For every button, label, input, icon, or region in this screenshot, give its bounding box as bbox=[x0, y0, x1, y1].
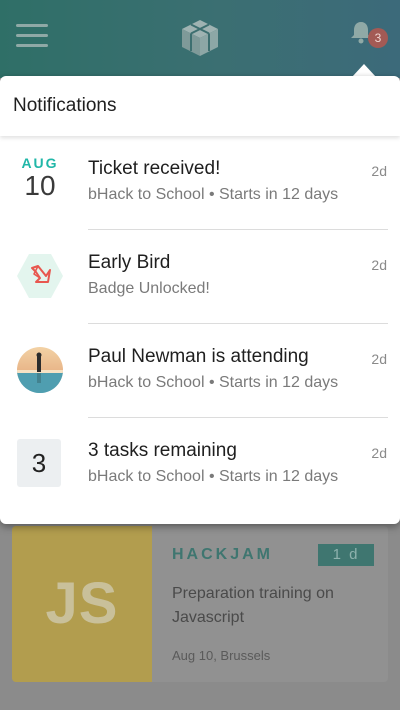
notification-item-attendee[interactable]: Paul Newman is attending bHack to School… bbox=[0, 324, 400, 418]
event-card[interactable]: JS HACKJAM 1 d Preparation training on J… bbox=[12, 526, 388, 682]
notification-subtitle: bHack to School • Starts in 12 days bbox=[88, 186, 339, 203]
event-tag: HACKJAM bbox=[172, 546, 273, 563]
date-month: AUG bbox=[21, 155, 59, 171]
date-day: 10 bbox=[24, 170, 56, 201]
notification-title: Paul Newman is attending bbox=[88, 346, 309, 367]
notification-item-badge[interactable]: Early Bird Badge Unlocked! 2d bbox=[0, 230, 400, 324]
notification-time: 2d bbox=[371, 351, 387, 367]
notification-item-ticket[interactable]: AUG 10 Ticket received! bHack to School … bbox=[0, 136, 400, 230]
notification-bell-button[interactable]: 3 bbox=[348, 18, 388, 54]
event-title: Preparation training on Javascript bbox=[172, 585, 334, 626]
notification-subtitle: bHack to School • Starts in 12 days bbox=[88, 374, 339, 391]
event-meta: Aug 10, Brussels bbox=[172, 648, 271, 663]
app-header: 3 bbox=[0, 0, 400, 78]
notification-title: Early Bird bbox=[88, 252, 171, 273]
notification-time: 2d bbox=[371, 445, 387, 461]
cube-logo-icon bbox=[182, 20, 218, 56]
notifications-panel: Notifications AUG 10 Ticket received! bH… bbox=[0, 76, 400, 524]
notifications-list: AUG 10 Ticket received! bHack to School … bbox=[0, 136, 400, 512]
origami-bird-badge-icon bbox=[17, 254, 63, 298]
notification-item-tasks[interactable]: 3 3 tasks remaining bHack to School • St… bbox=[0, 418, 400, 512]
notification-time: 2d bbox=[371, 163, 387, 179]
notification-count-badge: 3 bbox=[368, 28, 388, 48]
event-thumbnail: JS bbox=[12, 526, 152, 682]
calendar-date-icon: AUG 10 bbox=[16, 156, 64, 204]
task-count-icon: 3 bbox=[17, 439, 61, 487]
notification-title: 3 tasks remaining bbox=[88, 440, 237, 461]
hamburger-menu-icon[interactable] bbox=[16, 24, 48, 50]
notification-time: 2d bbox=[371, 257, 387, 273]
notification-subtitle: bHack to School • Starts in 12 days bbox=[88, 468, 339, 485]
notification-title: Ticket received! bbox=[88, 158, 221, 179]
notifications-title: Notifications bbox=[0, 76, 400, 136]
user-avatar bbox=[17, 347, 63, 393]
event-duration-badge: 1 d bbox=[318, 544, 374, 566]
notification-subtitle: Badge Unlocked! bbox=[88, 280, 210, 297]
